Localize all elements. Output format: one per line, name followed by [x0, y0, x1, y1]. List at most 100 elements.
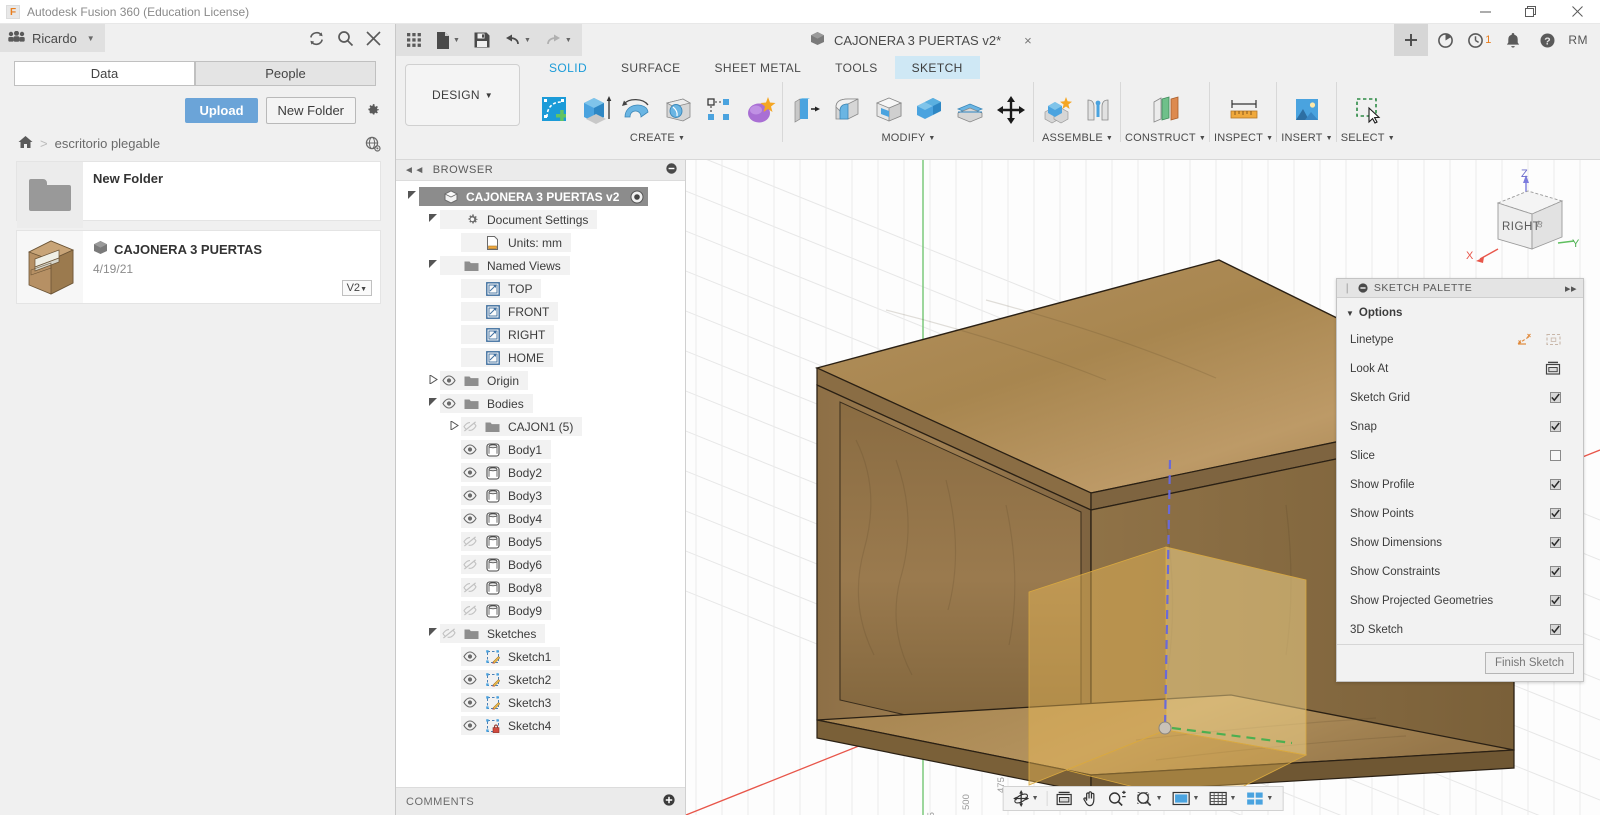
linetype-construction-icon[interactable]	[1517, 333, 1533, 347]
ribbon-tab-sketch[interactable]: SKETCH	[895, 56, 980, 79]
checkbox-slice[interactable]	[1550, 450, 1561, 461]
activate-radio-icon[interactable]	[630, 190, 644, 204]
search-icon[interactable]	[337, 30, 354, 47]
save-button[interactable]	[474, 32, 490, 48]
browser-node[interactable]: Sketch2	[396, 668, 685, 691]
expand-arrow-icon[interactable]	[448, 330, 461, 340]
sweep-icon[interactable]	[659, 88, 697, 132]
collapse-icon[interactable]: ◄◄	[404, 165, 425, 176]
ribbon-tab-tools[interactable]: TOOLS	[818, 56, 894, 79]
press-pull-icon[interactable]	[787, 88, 825, 132]
pan-icon[interactable]	[1078, 787, 1103, 810]
ribbon-tab-sheet-metal[interactable]: SHEET METAL	[698, 56, 819, 79]
browser-node[interactable]: TOP	[396, 277, 685, 300]
file-menu-button[interactable]: ▼	[436, 32, 460, 49]
finish-sketch-button[interactable]: Finish Sketch	[1485, 652, 1574, 674]
fit-icon[interactable]: ▼	[1132, 787, 1167, 810]
show-data-panel-icon[interactable]	[406, 32, 422, 48]
browser-node[interactable]: Body9	[396, 599, 685, 622]
list-item-folder[interactable]: New Folder	[16, 161, 381, 221]
gear-icon[interactable]	[364, 102, 381, 119]
expand-arrow-icon[interactable]	[448, 238, 461, 248]
checkbox-3d-sketch[interactable]	[1550, 624, 1561, 635]
shell-icon[interactable]	[869, 88, 907, 132]
expand-arrow-icon[interactable]	[448, 514, 461, 524]
visibility-toggle-icon[interactable]	[461, 536, 479, 547]
browser-node[interactable]: RIGHT	[396, 323, 685, 346]
expand-arrow-icon[interactable]	[448, 445, 461, 455]
browser-node[interactable]: Sketch4	[396, 714, 685, 737]
expand-arrow-icon[interactable]	[448, 583, 461, 593]
refresh-icon[interactable]	[308, 30, 325, 47]
browser-node[interactable]: Body1	[396, 438, 685, 461]
ribbon-group-label-insert[interactable]: INSERT▼	[1281, 132, 1332, 144]
globe-share-icon[interactable]	[365, 136, 381, 152]
drag-grip-icon[interactable]: ❘	[1343, 283, 1352, 294]
browser-node[interactable]: Sketch1	[396, 645, 685, 668]
ribbon-group-label-modify[interactable]: MODIFY▼	[881, 132, 935, 144]
tab-people[interactable]: People	[195, 61, 376, 86]
comments-bar[interactable]: COMMENTS	[396, 787, 685, 815]
new-folder-button[interactable]: New Folder	[266, 97, 356, 124]
browser-node[interactable]: Body2	[396, 461, 685, 484]
browser-node[interactable]: Sketches	[396, 622, 685, 645]
checkbox-show-dimensions[interactable]	[1550, 537, 1561, 548]
add-comment-icon[interactable]	[663, 794, 675, 809]
visibility-toggle-icon[interactable]	[461, 421, 479, 432]
browser-node[interactable]: Bodies	[396, 392, 685, 415]
expand-arrow-icon[interactable]	[406, 191, 419, 202]
expand-arrow-icon[interactable]	[448, 468, 461, 478]
visibility-toggle-icon[interactable]	[461, 605, 479, 616]
version-selector[interactable]: V2▼	[342, 280, 372, 296]
create-sketch-icon[interactable]	[536, 88, 574, 132]
visibility-toggle-icon[interactable]	[440, 628, 458, 639]
move-copy-icon[interactable]	[992, 88, 1030, 132]
browser-node[interactable]: HOME	[396, 346, 685, 369]
browser-node[interactable]: CAJONERA 3 PUERTAS v2	[396, 185, 685, 208]
visibility-toggle-icon[interactable]	[461, 490, 479, 501]
browser-node[interactable]: Body4	[396, 507, 685, 530]
display-settings-icon[interactable]: ▼	[1168, 787, 1204, 810]
redo-button[interactable]: ▼	[545, 33, 572, 47]
form-icon[interactable]	[741, 88, 779, 132]
expand-icon[interactable]: ▸▸	[1565, 282, 1577, 295]
job-status-icon[interactable]	[1428, 24, 1462, 56]
orbit-icon[interactable]: ▼	[1009, 787, 1043, 810]
ribbon-group-label-inspect[interactable]: INSPECT▼	[1214, 132, 1273, 144]
undo-button[interactable]: ▼	[504, 33, 531, 47]
visibility-toggle-icon[interactable]	[461, 582, 479, 593]
user-menu[interactable]: Ricardo ▼	[0, 24, 105, 52]
grid-snaps-icon[interactable]: ▼	[1204, 787, 1240, 810]
notifications-icon[interactable]	[1496, 24, 1530, 56]
minimize-button[interactable]	[1462, 0, 1508, 24]
close-window-button[interactable]	[1554, 0, 1600, 24]
browser-node[interactable]: Body6	[396, 553, 685, 576]
visibility-toggle-icon[interactable]	[461, 444, 479, 455]
look-at-icon[interactable]	[1545, 361, 1561, 376]
expand-arrow-icon[interactable]	[448, 353, 461, 363]
expand-arrow-icon[interactable]	[427, 628, 440, 639]
visibility-toggle-icon[interactable]	[440, 398, 458, 409]
expand-arrow-icon[interactable]	[448, 307, 461, 317]
expand-arrow-icon[interactable]	[448, 721, 461, 731]
document-tab[interactable]: CAJONERA 3 PUERTAS v2* ×	[800, 24, 1046, 56]
look-at-icon[interactable]	[1052, 787, 1077, 810]
visibility-toggle-icon[interactable]	[461, 513, 479, 524]
checkbox-show-points[interactable]	[1550, 508, 1561, 519]
ribbon-group-label-construct[interactable]: CONSTRUCT▼	[1125, 132, 1206, 144]
browser-node[interactable]: Sketch3	[396, 691, 685, 714]
browser-node[interactable]: Body8	[396, 576, 685, 599]
expand-arrow-icon[interactable]	[427, 398, 440, 409]
insert-image-icon[interactable]	[1288, 88, 1326, 132]
linetype-centerline-icon[interactable]	[1546, 333, 1561, 346]
expand-arrow-icon[interactable]	[448, 537, 461, 547]
ribbon-group-label-assemble[interactable]: ASSEMBLE▼	[1042, 132, 1113, 144]
new-tab-button[interactable]	[1394, 24, 1428, 56]
close-icon[interactable]: ×	[1024, 33, 1032, 48]
breadcrumb-current[interactable]: escritorio plegable	[55, 136, 161, 151]
close-data-panel-icon[interactable]	[366, 30, 381, 47]
fillet-icon[interactable]	[828, 88, 866, 132]
viewports-icon[interactable]: ▼	[1241, 787, 1277, 810]
collapse-dot-icon[interactable]	[1358, 283, 1368, 293]
visibility-toggle-icon[interactable]	[461, 467, 479, 478]
